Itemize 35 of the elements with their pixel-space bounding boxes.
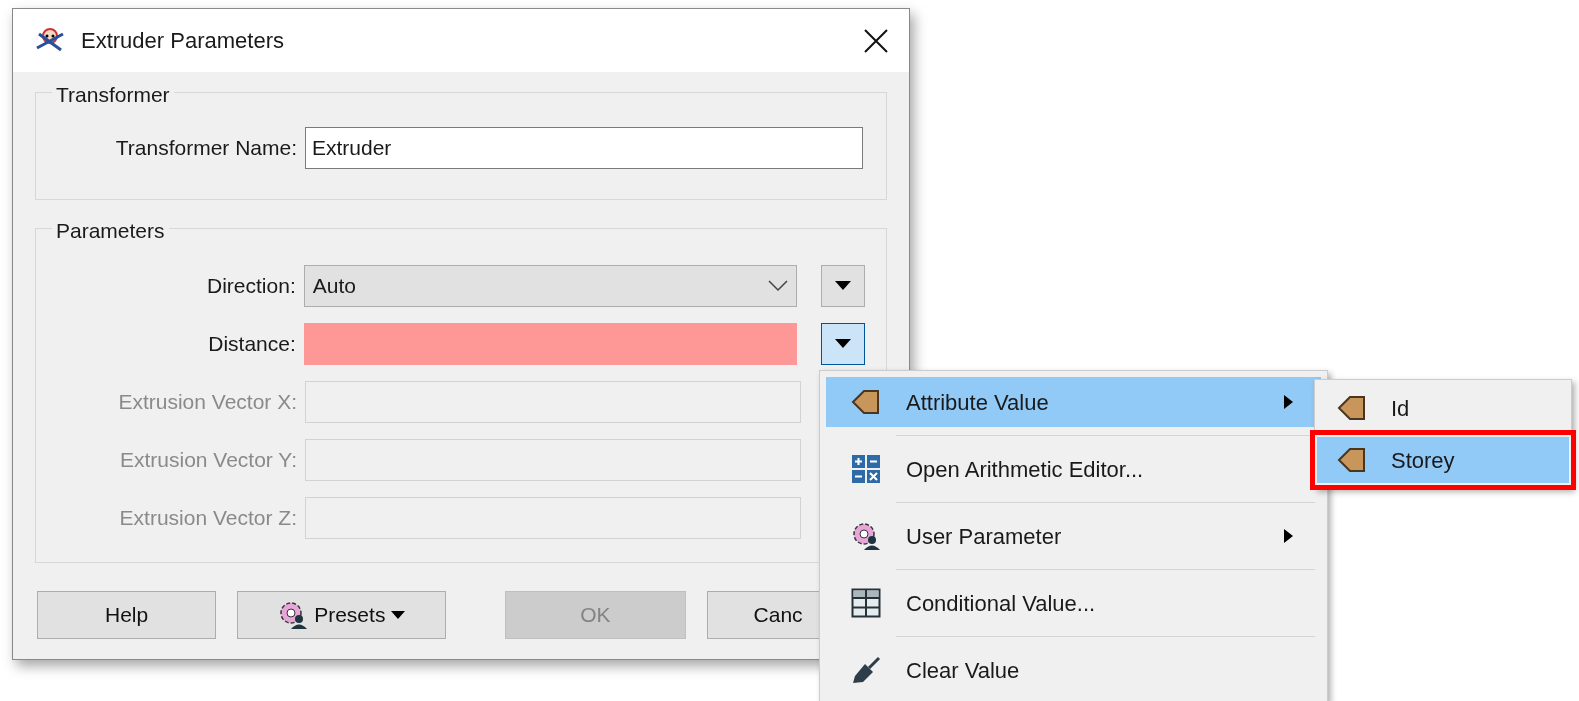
dialog-button[interactable]: Help [37, 591, 217, 639]
dropdown-field[interactable]: Auto [303, 265, 798, 307]
input-field[interactable] [305, 439, 801, 481]
broom-icon [851, 656, 881, 684]
menu-item[interactable]: Clear Value [826, 645, 1321, 695]
presets-button[interactable]: Presets [237, 591, 447, 639]
input-field[interactable] [305, 497, 801, 539]
arrow-left-icon [851, 389, 881, 415]
submenu-arrow-icon [1284, 529, 1293, 543]
menu-item[interactable]: Attribute Value [826, 377, 1321, 427]
window-title: Extruder Parameters [81, 27, 285, 55]
field-label: Extrusion Vector Z: [118, 505, 297, 532]
field-label: Extrusion Vector X: [117, 389, 297, 416]
submenu-arrow-icon [1284, 395, 1293, 409]
options-button[interactable] [821, 323, 865, 365]
calculator-icon [851, 454, 881, 484]
arrow-left-icon [1337, 395, 1367, 421]
close-icon[interactable] [863, 27, 889, 54]
table-icon [851, 588, 881, 618]
field-label: Transformer Name: [114, 135, 297, 162]
chevron-down-icon [768, 280, 789, 292]
caret-icon [391, 611, 406, 619]
options-button[interactable] [821, 265, 865, 307]
name-input-field[interactable]: Extruder [305, 127, 863, 169]
field-label: Extrusion Vector Y: [118, 447, 297, 474]
gear-user-icon [278, 600, 309, 630]
menu-item[interactable]: User Parameter [826, 511, 1321, 561]
input-field[interactable] [305, 381, 801, 423]
arrow-left-icon [1337, 447, 1367, 473]
dropdown-arrow-icon [835, 339, 852, 349]
field-label: Direction: [206, 273, 296, 300]
input-field[interactable] [303, 323, 798, 365]
gear-user-icon [851, 521, 881, 551]
field-label: Distance: [207, 331, 296, 358]
dropdown-arrow-icon [835, 281, 852, 291]
